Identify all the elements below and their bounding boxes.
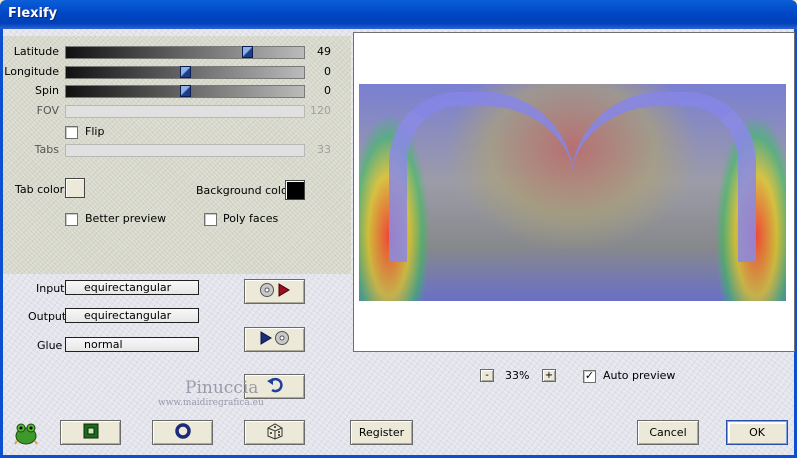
ring-icon [174, 423, 191, 442]
longitude-value: 0 [324, 65, 331, 78]
background-color-swatch[interactable] [285, 180, 305, 200]
preview-pane[interactable] [353, 32, 795, 352]
poly-faces-checkbox[interactable] [204, 213, 217, 226]
watermark-name: Pinuccia [185, 378, 259, 398]
input-label: Input [36, 282, 65, 295]
undo-arrow-icon [266, 377, 284, 396]
auto-preview-checkbox[interactable]: ✓ [583, 370, 596, 383]
background-color-label: Background color [196, 184, 293, 197]
tabs-label: Tabs [34, 143, 59, 156]
ok-button[interactable]: OK [726, 420, 788, 445]
arrow-to-cd-icon [259, 330, 291, 349]
dialog-client-area: Latitude 49 Longitude 0 Spin 0 FOV 120 F… [3, 29, 795, 455]
frame-button[interactable] [60, 420, 121, 445]
cancel-button[interactable]: Cancel [637, 420, 699, 445]
export-settings-button[interactable] [244, 327, 305, 352]
flip-checkbox[interactable] [65, 126, 78, 139]
title-bar[interactable]: Flexify [0, 0, 797, 29]
zoom-out-button[interactable]: - [480, 369, 494, 382]
register-button[interactable]: Register [350, 420, 413, 445]
zoom-level: 33% [505, 369, 530, 382]
fov-label: FOV [36, 104, 59, 117]
longitude-slider[interactable] [65, 66, 305, 79]
input-projection-select[interactable]: equirectangular [65, 280, 199, 295]
randomize-button[interactable] [244, 420, 305, 445]
output-projection-select[interactable]: equirectangular [65, 308, 199, 323]
spin-slider[interactable] [65, 85, 305, 98]
tab-color-swatch[interactable] [65, 178, 85, 198]
dice-icon [266, 422, 284, 443]
settings-panel: Latitude 49 Longitude 0 Spin 0 FOV 120 F… [3, 36, 351, 274]
longitude-slider-thumb[interactable] [180, 66, 191, 78]
spin-value: 0 [324, 84, 331, 97]
spin-slider-thumb[interactable] [180, 85, 191, 97]
cd-to-arrow-icon [259, 282, 291, 301]
preview-arch-right [571, 92, 756, 262]
latitude-slider-thumb[interactable] [242, 46, 253, 58]
window-title: Flexify [8, 6, 58, 21]
torus-button[interactable] [152, 420, 213, 445]
glue-label: Glue [37, 339, 63, 352]
flip-label: Flip [85, 125, 105, 138]
import-settings-button[interactable] [244, 279, 305, 304]
latitude-slider[interactable] [65, 46, 305, 59]
fov-slider [65, 105, 305, 118]
green-square-icon [83, 423, 99, 442]
better-preview-checkbox[interactable] [65, 213, 78, 226]
tab-color-label: Tab color [15, 183, 65, 196]
fov-value: 120 [310, 104, 331, 117]
longitude-label: Longitude [4, 65, 59, 78]
poly-faces-label: Poly faces [223, 212, 279, 225]
tabs-slider [65, 144, 305, 157]
flexify-window: Flexify Latitude 49 Longitude 0 Spin 0 F… [0, 0, 797, 458]
glue-select[interactable]: normal [65, 337, 199, 352]
preview-arch-left [389, 92, 574, 262]
spin-label: Spin [35, 84, 59, 97]
frog-logo-icon[interactable] [13, 421, 39, 448]
preview-image [359, 84, 786, 301]
zoom-in-button[interactable]: + [542, 369, 556, 382]
output-label: Output [28, 310, 67, 323]
watermark-site: www.maidiregrafica.eu [158, 398, 264, 408]
latitude-value: 49 [317, 45, 331, 58]
latitude-label: Latitude [13, 45, 59, 58]
better-preview-label: Better preview [85, 212, 167, 225]
tabs-value: 33 [317, 143, 331, 156]
auto-preview-label: Auto preview [603, 369, 676, 382]
